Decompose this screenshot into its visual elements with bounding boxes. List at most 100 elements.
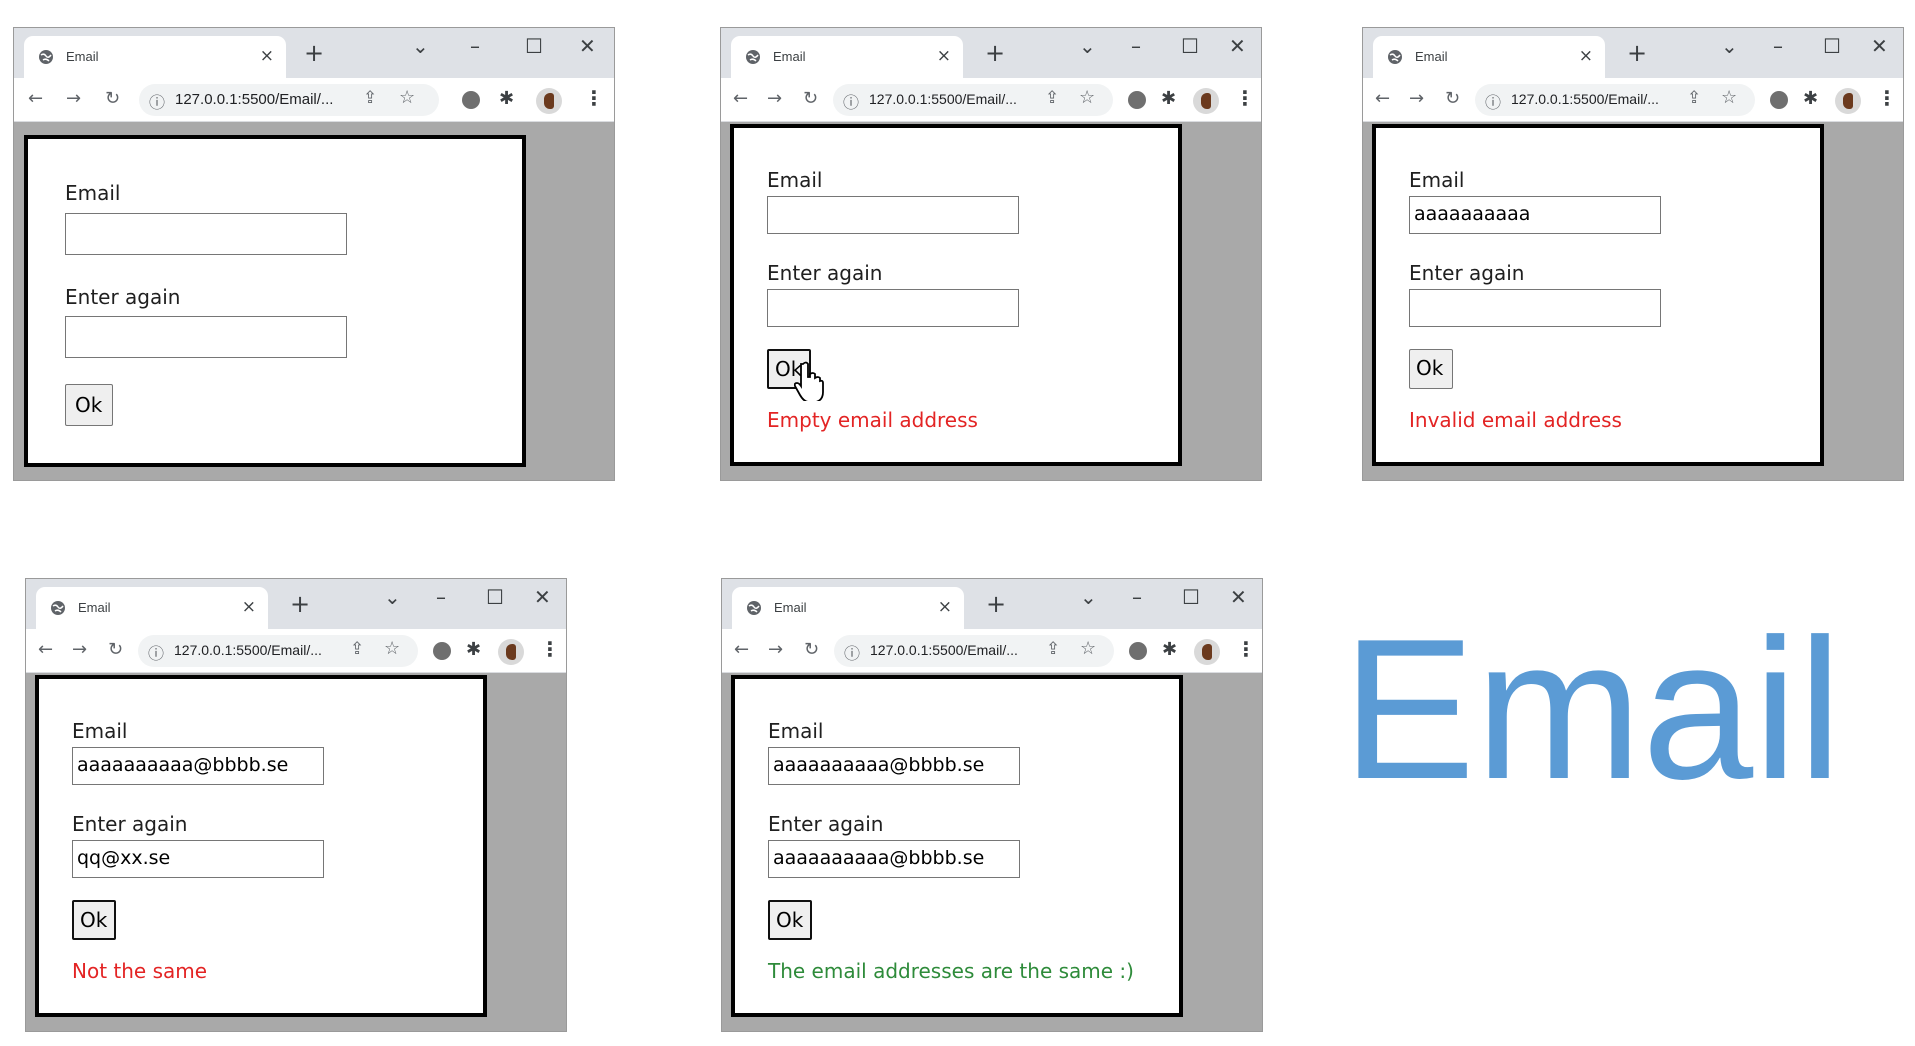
extension-icon[interactable] xyxy=(1129,642,1147,660)
extension-icon[interactable] xyxy=(462,91,480,109)
minimize-icon[interactable]: – xyxy=(436,585,446,609)
star-icon[interactable]: ☆ xyxy=(1721,87,1737,108)
plus-icon[interactable]: + xyxy=(985,40,1005,66)
close-tab-icon[interactable]: × xyxy=(937,45,951,67)
close-window-icon[interactable]: ✕ xyxy=(1229,34,1246,58)
enter-again-input[interactable] xyxy=(65,316,347,358)
email-input[interactable] xyxy=(65,213,347,255)
plus-icon[interactable]: + xyxy=(986,591,1006,617)
address-bar[interactable]: ⓘ 127.0.0.1:5500/Email/... ⇪ ☆ xyxy=(1475,84,1755,116)
ok-button[interactable]: Ok xyxy=(768,900,812,940)
kebab-menu-icon[interactable]: ⋮ xyxy=(1877,86,1897,110)
address-bar[interactable]: ⓘ 127.0.0.1:5500/Email/... ⇪ ☆ xyxy=(834,635,1114,667)
browser-tab[interactable]: Email × xyxy=(36,587,268,629)
info-icon[interactable]: ⓘ xyxy=(843,89,859,113)
extension-icon[interactable] xyxy=(1128,91,1146,109)
info-icon[interactable]: ⓘ xyxy=(1485,89,1501,113)
address-bar[interactable]: ⓘ 127.0.0.1:5500/Email/... ⇪ ☆ xyxy=(138,635,418,667)
profile-avatar[interactable] xyxy=(536,88,562,114)
profile-avatar[interactable] xyxy=(1194,639,1220,665)
address-bar[interactable]: ⓘ 127.0.0.1:5500/Email/... ⇪ ☆ xyxy=(139,84,439,116)
plus-icon[interactable]: + xyxy=(304,40,324,66)
chevron-down-icon[interactable]: ⌄ xyxy=(412,34,429,58)
back-icon[interactable]: ← xyxy=(28,88,43,110)
kebab-menu-icon[interactable]: ⋮ xyxy=(584,86,604,110)
ok-button[interactable]: Ok xyxy=(65,384,113,426)
chevron-down-icon[interactable]: ⌄ xyxy=(1080,585,1097,609)
close-tab-icon[interactable]: × xyxy=(260,45,274,67)
browser-tab[interactable]: Email × xyxy=(24,36,286,78)
email-input[interactable] xyxy=(767,196,1019,234)
extension-icon[interactable] xyxy=(1770,91,1788,109)
maximize-icon[interactable]: ☐ xyxy=(1181,34,1199,58)
minimize-icon[interactable]: – xyxy=(1132,585,1142,609)
info-icon[interactable]: ⓘ xyxy=(149,89,165,113)
close-window-icon[interactable]: ✕ xyxy=(1230,585,1247,609)
back-icon[interactable]: ← xyxy=(734,639,749,661)
back-icon[interactable]: ← xyxy=(733,88,748,110)
info-icon[interactable]: ⓘ xyxy=(844,640,860,664)
forward-icon[interactable]: → xyxy=(767,88,782,110)
puzzle-icon[interactable]: ✱ xyxy=(1162,639,1177,660)
kebab-menu-icon[interactable]: ⋮ xyxy=(540,637,560,661)
reload-icon[interactable]: ↻ xyxy=(108,639,123,661)
browser-tab[interactable]: Email × xyxy=(732,587,964,629)
address-bar[interactable]: ⓘ 127.0.0.1:5500/Email/... ⇪ ☆ xyxy=(833,84,1113,116)
puzzle-icon[interactable]: ✱ xyxy=(499,88,514,109)
puzzle-icon[interactable]: ✱ xyxy=(1161,88,1176,109)
share-icon[interactable]: ⇪ xyxy=(1687,88,1701,108)
email-input[interactable]: aaaaaaaaaa@bbbb.se xyxy=(72,747,324,785)
close-window-icon[interactable]: ✕ xyxy=(1871,34,1888,58)
back-icon[interactable]: ← xyxy=(38,639,53,661)
plus-icon[interactable]: + xyxy=(290,591,310,617)
star-icon[interactable]: ☆ xyxy=(399,87,415,108)
close-tab-icon[interactable]: × xyxy=(938,596,952,618)
profile-avatar[interactable] xyxy=(498,639,524,665)
profile-avatar[interactable] xyxy=(1835,88,1861,114)
star-icon[interactable]: ☆ xyxy=(384,638,400,659)
ok-button[interactable]: Ok xyxy=(72,900,116,940)
puzzle-icon[interactable]: ✱ xyxy=(466,639,481,660)
kebab-menu-icon[interactable]: ⋮ xyxy=(1235,86,1255,110)
enter-again-input[interactable] xyxy=(767,289,1019,327)
browser-tab[interactable]: Email × xyxy=(1373,36,1605,78)
reload-icon[interactable]: ↻ xyxy=(804,639,819,661)
forward-icon[interactable]: → xyxy=(66,88,81,110)
puzzle-icon[interactable]: ✱ xyxy=(1803,88,1818,109)
plus-icon[interactable]: + xyxy=(1627,40,1647,66)
star-icon[interactable]: ☆ xyxy=(1080,638,1096,659)
email-input[interactable]: aaaaaaaaaa@bbbb.se xyxy=(768,747,1020,785)
chevron-down-icon[interactable]: ⌄ xyxy=(1079,34,1096,58)
extension-icon[interactable] xyxy=(433,642,451,660)
reload-icon[interactable]: ↻ xyxy=(803,88,818,110)
close-window-icon[interactable]: ✕ xyxy=(579,34,596,58)
share-icon[interactable]: ⇪ xyxy=(1045,88,1059,108)
share-icon[interactable]: ⇪ xyxy=(1046,639,1060,659)
chevron-down-icon[interactable]: ⌄ xyxy=(384,585,401,609)
enter-again-input[interactable]: qq@xx.se xyxy=(72,840,324,878)
close-tab-icon[interactable]: × xyxy=(242,596,256,618)
forward-icon[interactable]: → xyxy=(1409,88,1424,110)
maximize-icon[interactable]: ☐ xyxy=(486,585,504,609)
minimize-icon[interactable]: – xyxy=(1773,34,1783,58)
email-input[interactable]: aaaaaaaaaa xyxy=(1409,196,1661,234)
chevron-down-icon[interactable]: ⌄ xyxy=(1721,34,1738,58)
browser-tab[interactable]: Email × xyxy=(731,36,963,78)
ok-button[interactable]: Ok xyxy=(1409,349,1453,389)
back-icon[interactable]: ← xyxy=(1375,88,1390,110)
star-icon[interactable]: ☆ xyxy=(1079,87,1095,108)
close-window-icon[interactable]: ✕ xyxy=(534,585,551,609)
info-icon[interactable]: ⓘ xyxy=(148,640,164,664)
maximize-icon[interactable]: ☐ xyxy=(1823,34,1841,58)
enter-again-input[interactable]: aaaaaaaaaa@bbbb.se xyxy=(768,840,1020,878)
close-tab-icon[interactable]: × xyxy=(1579,45,1593,67)
minimize-icon[interactable]: – xyxy=(1131,34,1141,58)
reload-icon[interactable]: ↻ xyxy=(105,88,120,110)
reload-icon[interactable]: ↻ xyxy=(1445,88,1460,110)
profile-avatar[interactable] xyxy=(1193,88,1219,114)
minimize-icon[interactable]: – xyxy=(470,34,480,58)
maximize-icon[interactable]: ☐ xyxy=(525,34,543,58)
share-icon[interactable]: ⇪ xyxy=(363,88,377,108)
enter-again-input[interactable] xyxy=(1409,289,1661,327)
maximize-icon[interactable]: ☐ xyxy=(1182,585,1200,609)
